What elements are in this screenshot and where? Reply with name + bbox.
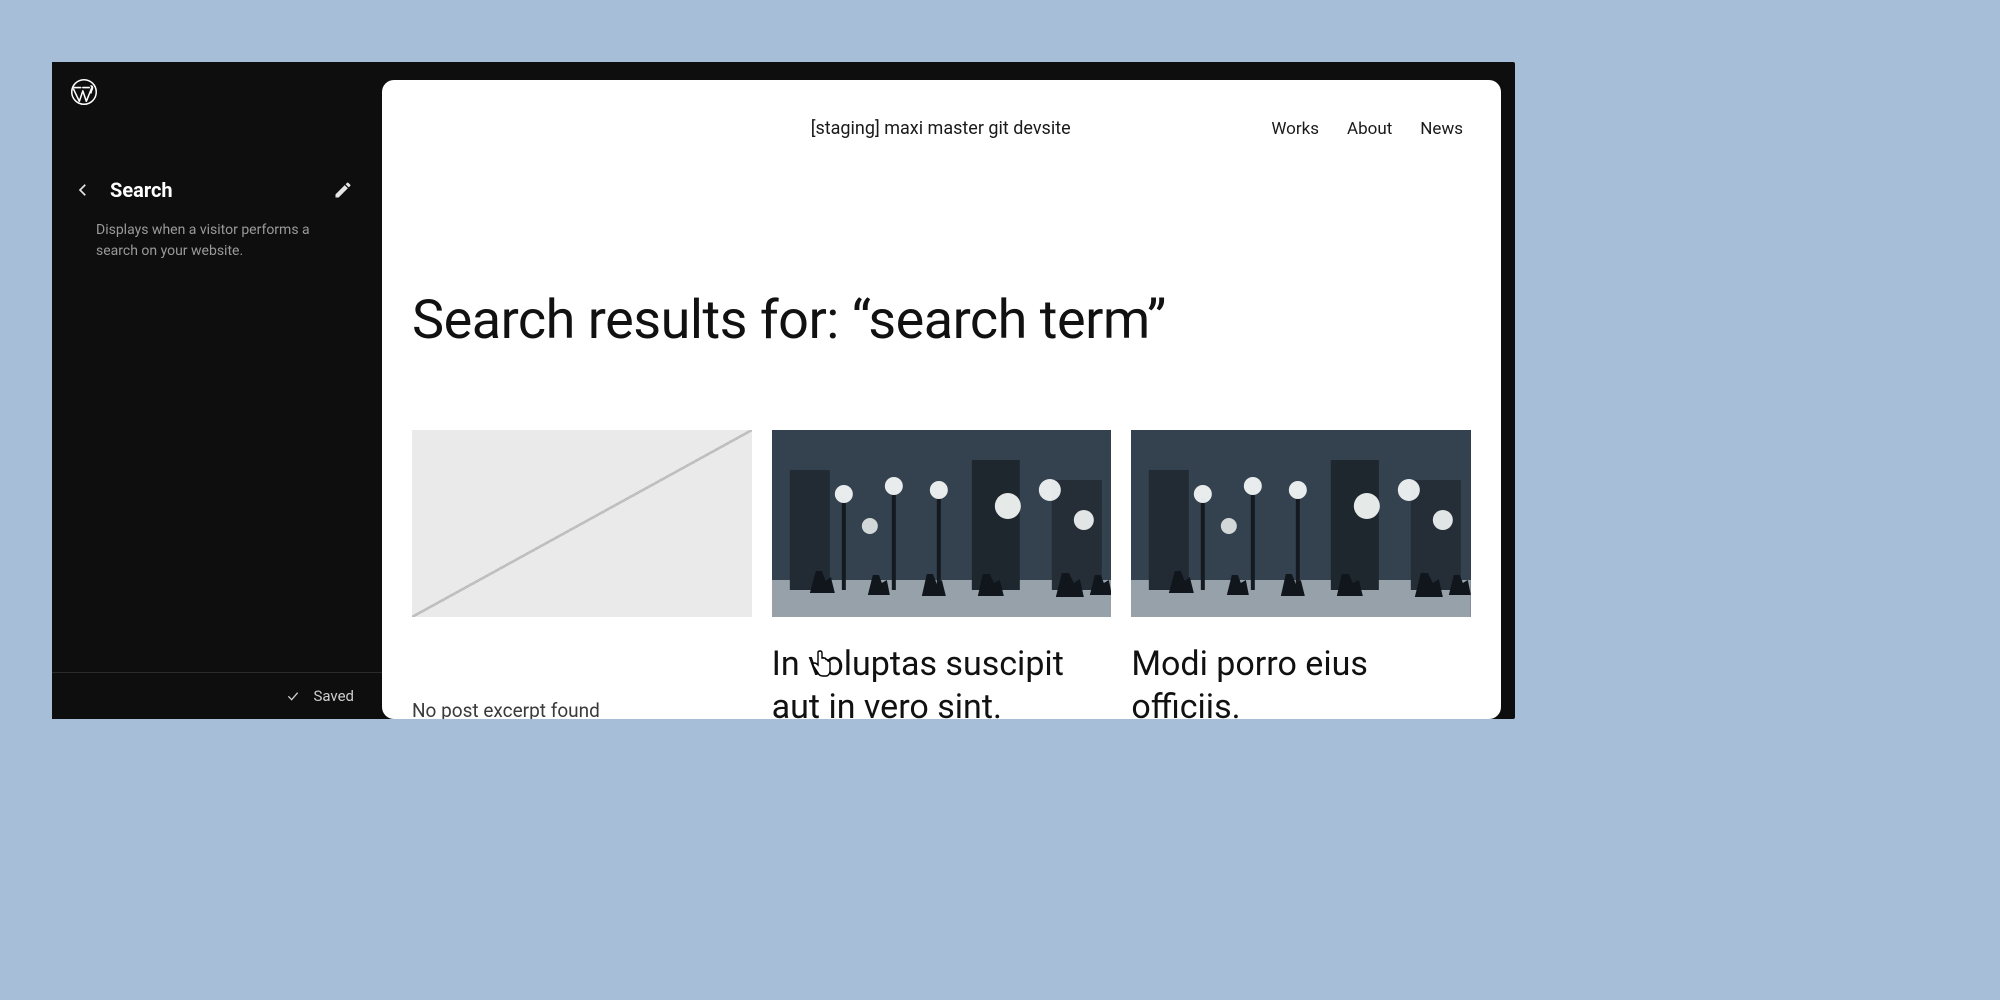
wordpress-logo-icon[interactable] (70, 78, 98, 106)
nav-item-news[interactable]: News (1420, 119, 1463, 139)
site-title[interactable]: [staging] maxi master git devsite (420, 118, 1271, 139)
post-title[interactable]: In voluptas suscipit aut in vero sint. (772, 643, 1112, 719)
sidebar-header: Search (52, 178, 382, 202)
sidebar-description: Displays when a visitor performs a searc… (52, 202, 382, 262)
sidebar-footer: Saved (52, 672, 382, 719)
site-nav: Works About News (1271, 119, 1463, 139)
post-thumbnail (772, 430, 1112, 617)
site-header: [staging] maxi master git devsite Works … (382, 80, 1501, 139)
nav-item-about[interactable]: About (1347, 119, 1392, 139)
result-card[interactable]: Modi porro eius officiis. (1131, 430, 1471, 719)
editor-sidebar: Search Displays when a visitor performs … (52, 62, 382, 719)
sidebar-top (52, 62, 382, 110)
sidebar-title: Search (110, 178, 314, 202)
result-card[interactable]: In voluptas suscipit aut in vero sint. (772, 430, 1112, 719)
site-canvas[interactable]: [staging] maxi master git devsite Works … (382, 80, 1501, 719)
post-title[interactable]: Modi porro eius officiis. (1131, 643, 1471, 719)
edit-icon[interactable] (332, 179, 354, 201)
post-excerpt: No post excerpt found (412, 699, 752, 719)
results-grid: No post excerpt found (382, 352, 1501, 719)
post-thumbnail (1131, 430, 1471, 617)
app-window: Search Displays when a visitor performs … (52, 62, 1515, 719)
saved-status-label: Saved (313, 687, 354, 705)
result-card[interactable]: No post excerpt found (412, 430, 752, 719)
post-thumbnail-placeholder (412, 430, 752, 617)
back-icon[interactable] (74, 181, 92, 199)
nav-item-works[interactable]: Works (1271, 119, 1319, 139)
canvas-wrap: [staging] maxi master git devsite Works … (382, 62, 1515, 719)
check-icon (285, 688, 301, 704)
search-results-heading[interactable]: Search results for: “search term” (382, 139, 1501, 352)
